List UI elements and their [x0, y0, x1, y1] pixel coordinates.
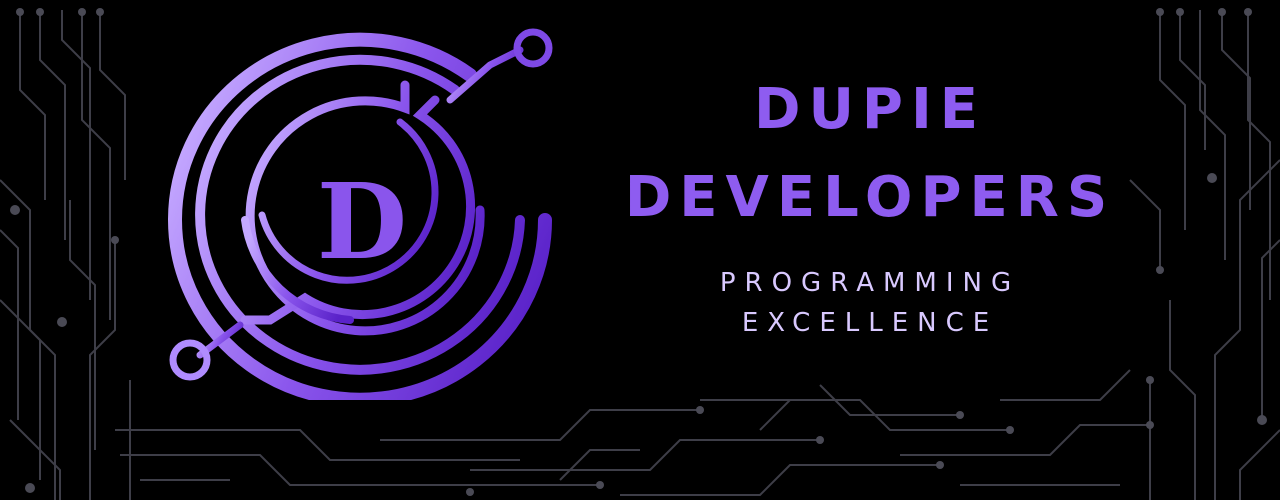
brand-wordmark: DUPIE DEVELOPERS PROGRAMMING EXCELLENCE — [590, 70, 1150, 350]
tagline-line-2: EXCELLENCE — [741, 308, 999, 338]
brand-name-line-2: DEVELOPERS — [624, 165, 1116, 230]
circuit-ring-logo-icon: D — [168, 28, 553, 400]
tagline-line-1: PROGRAMMING — [719, 268, 1021, 298]
brand-banner: D DUPIE DEVELOPERS PROGRAMMING EXCELLENC… — [0, 0, 1280, 500]
monogram-letter: D — [317, 160, 407, 283]
brand-name-line-1: DUPIE — [753, 77, 987, 142]
